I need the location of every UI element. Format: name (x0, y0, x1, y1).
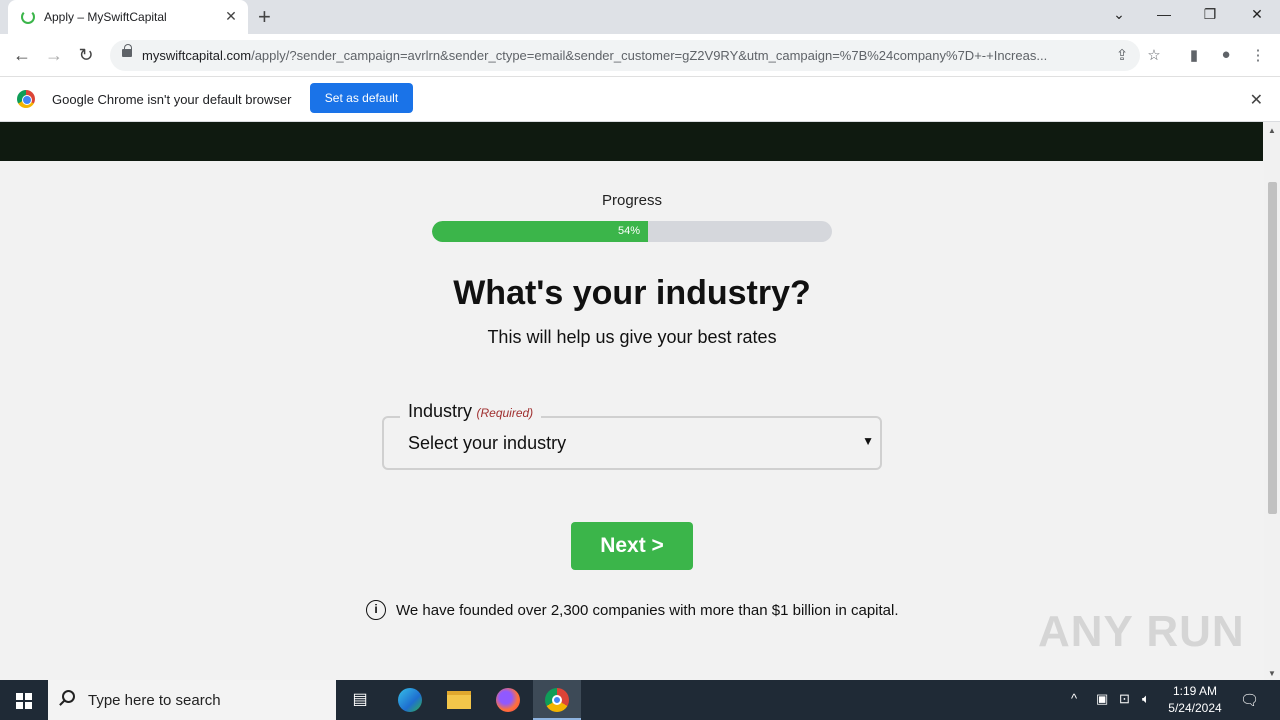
lock-icon[interactable] (122, 44, 132, 57)
default-browser-infobar: Google Chrome isn't your default browser… (0, 77, 1280, 122)
network-icon[interactable]: ⊡ (1119, 691, 1130, 707)
menu-kebab-icon[interactable]: ⋮ (1248, 46, 1268, 64)
tray-overflow-icon[interactable]: ^ (1071, 691, 1077, 706)
info-icon: i (366, 600, 386, 620)
page-subtitle: This will help us give your best rates (487, 327, 777, 347)
chevron-down-icon[interactable]: ▼ (862, 434, 874, 448)
set-as-default-button[interactable]: Set as default (310, 83, 413, 113)
start-button[interactable] (0, 680, 48, 720)
progress-bar: 54% (432, 221, 832, 242)
browser-tab[interactable]: Apply – MySwiftCapital ✕ (8, 0, 248, 34)
firefox-icon[interactable] (484, 680, 532, 720)
industry-select[interactable]: Select your industry ▼ (382, 416, 882, 470)
edge-icon[interactable] (386, 680, 434, 720)
page-content: Progress 54% What's your industry? This … (0, 122, 1264, 680)
industry-select-value[interactable]: Select your industry (408, 433, 566, 454)
tab-close-icon[interactable]: ✕ (222, 8, 240, 25)
address-bar[interactable]: myswiftcapital.com/apply/?sender_campaig… (110, 40, 1140, 71)
next-button[interactable]: Next > (571, 522, 693, 570)
browser-toolbar: ← → ↻ myswiftcapital.com/apply/?sender_c… (0, 34, 1280, 77)
taskbar-search-box[interactable]: Type here to search (48, 680, 336, 720)
restore-icon[interactable]: ❐ (1198, 6, 1222, 23)
url-text[interactable]: myswiftcapital.com/apply/?sender_campaig… (142, 48, 1102, 63)
windows-logo-icon (16, 693, 23, 700)
back-icon[interactable]: ← (10, 44, 34, 68)
required-marker: (Required) (476, 406, 534, 420)
profile-icon[interactable]: ● (1216, 46, 1236, 63)
volume-icon[interactable]: 🔈︎ (1142, 691, 1150, 707)
scrollbar-thumb[interactable] (1268, 182, 1277, 514)
side-panel-icon[interactable]: ▮ (1184, 46, 1204, 64)
new-tab-icon[interactable]: + (258, 4, 271, 30)
tab-title: Apply – MySwiftCapital (44, 10, 167, 24)
infobar-message: Google Chrome isn't your default browser (52, 92, 292, 107)
forward-icon[interactable]: → (42, 44, 66, 68)
progress-label: Progress (601, 192, 663, 209)
industry-label: Industry (408, 401, 473, 421)
page-scrollbar[interactable]: ▲ ▼ (1264, 122, 1280, 680)
progress-bar-fill: 54% (432, 221, 648, 242)
reload-icon[interactable]: ↻ (74, 44, 98, 68)
tab-search-icon[interactable]: ⌄ (1107, 6, 1131, 23)
clock-date: 5/24/2024 (1168, 701, 1222, 715)
scroll-up-icon[interactable]: ▲ (1268, 126, 1276, 135)
site-header (0, 122, 1263, 161)
windows-taskbar: Type here to search ▤ ^ ▣ ⊡ 🔈︎ 1:19 AM 5… (0, 680, 1280, 720)
taskbar-search-placeholder: Type here to search (88, 692, 221, 709)
task-view-icon[interactable]: ▤ (336, 680, 384, 720)
search-icon (62, 690, 75, 703)
page-title: What's your industry? (453, 274, 811, 312)
info-note-text: We have founded over 2,300 companies wit… (396, 602, 899, 619)
scroll-down-icon[interactable]: ▼ (1268, 669, 1276, 678)
taskbar-clock[interactable]: 1:19 AM 5/24/2024 (1160, 683, 1230, 717)
chrome-logo-icon (17, 90, 35, 108)
chrome-taskbar-icon[interactable] (533, 680, 581, 720)
industry-field-label: Industry (Required) (400, 401, 542, 422)
anyrun-watermark: ANY RUN (1038, 607, 1245, 656)
infobar-close-icon[interactable]: ✕ (1250, 90, 1263, 110)
clock-time: 1:19 AM (1172, 684, 1218, 698)
minimize-icon[interactable]: — (1152, 6, 1176, 22)
share-icon[interactable]: ⇪ (1112, 46, 1132, 64)
file-explorer-icon[interactable] (435, 680, 483, 720)
loading-spinner-icon (21, 10, 35, 24)
window-close-icon[interactable]: ✕ (1245, 6, 1269, 23)
tab-strip: Apply – MySwiftCapital ✕ + ⌄ — ❐ ✕ (0, 0, 1280, 34)
meet-now-icon[interactable]: ▣ (1096, 691, 1108, 707)
progress-percent-text: 54% (617, 225, 640, 237)
bookmark-star-icon[interactable]: ☆ (1144, 46, 1164, 64)
notifications-icon[interactable]: 🗨︎ (1240, 691, 1259, 709)
